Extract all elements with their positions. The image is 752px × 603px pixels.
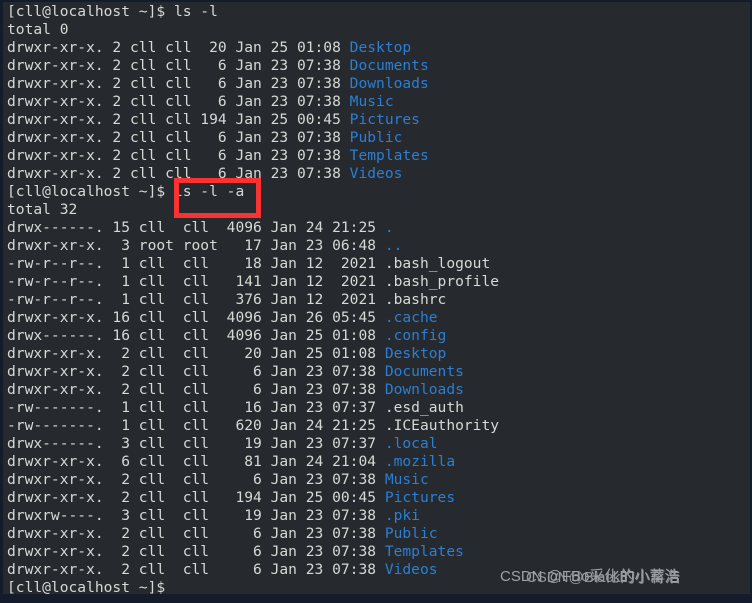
terminal-output-line: total 0	[7, 21, 750, 39]
file-name: Videos	[349, 165, 403, 182]
file-name: Downloads	[349, 75, 429, 92]
file-name: Desktop	[349, 39, 412, 56]
file-metadata: drwxr-xr-x. 2 cll cll 6 Jan 23 07:38	[7, 561, 385, 578]
file-metadata: drwxr-xr-x. 2 cll cll 6 Jan 23 07:38	[7, 525, 385, 542]
file-listing-row: drwxr-xr-x. 2 cll cll 6 Jan 23 07:38 Pub…	[7, 129, 750, 147]
file-listing-row: drwxr-xr-x. 2 cll cll 6 Jan 23 07:38 Dow…	[7, 75, 750, 93]
shell-prompt: [cll@localhost ~]$	[7, 183, 174, 200]
file-metadata: drwxr-xr-x. 2 cll cll 20 Jan 25 01:08	[7, 39, 350, 56]
file-listing-row: -rw-------. 1 cll cll 16 Jan 23 07:37 .e…	[7, 399, 750, 417]
file-listing-row: drwx------. 3 cll cll 19 Jan 23 07:37 .l…	[7, 435, 750, 453]
terminal-screen[interactable]: [cll@localhost ~]$ ls -l total 0 drwxr-xr-…	[3, 2, 750, 594]
file-metadata: drwxr-xr-x. 2 cll cll 6 Jan 23 07:38	[7, 381, 385, 398]
file-metadata: drwxr-xr-x. 2 cll cll 6 Jan 23 07:38	[7, 363, 385, 380]
file-listing-row: drwxrw----. 3 cll cll 19 Jan 23 07:38 .p…	[7, 507, 750, 525]
file-listing-row: drwxr-xr-x. 2 cll cll 6 Jan 23 07:38 Tem…	[7, 147, 750, 165]
file-metadata: -rw-------. 1 cll cll 620 Jan 24 21:25	[7, 417, 385, 434]
shell-prompt: [cll@localhost ~]$	[7, 3, 174, 20]
file-name: Pictures	[349, 111, 420, 128]
file-metadata: drwxr-xr-x. 2 cll cll 6 Jan 23 07:38	[7, 57, 350, 74]
file-listing-row: drwxr-xr-x. 2 cll cll 20 Jan 25 01:08 De…	[7, 345, 750, 363]
file-listing-row: drwxr-xr-x. 2 cll cll 6 Jan 23 07:38 Doc…	[7, 57, 750, 75]
file-listing-row: -rw-------. 1 cll cll 620 Jan 24 21:25 .…	[7, 417, 750, 435]
file-listing-row: drwxr-xr-x. 2 cll cll 6 Jan 23 07:38 Vid…	[7, 561, 750, 579]
file-listing-row: -rw-r--r--. 1 cll cll 18 Jan 12 2021 .ba…	[7, 255, 750, 273]
terminal-window[interactable]: [cll@localhost ~]$ ls -l total 0 drwxr-xr-…	[0, 0, 752, 603]
file-listing-row: drwxr-xr-x. 2 cll cll 6 Jan 23 07:38 Mus…	[7, 93, 750, 111]
file-metadata: drwxr-xr-x. 2 cll cll 6 Jan 23 07:38	[7, 165, 350, 182]
total-blocks-text: total 32	[7, 201, 78, 218]
terminal-prompt-line: [cll@localhost ~]$ ls -l	[7, 3, 750, 21]
file-metadata: drwxr-xr-x. 2 cll cll 6 Jan 23 07:38	[7, 75, 350, 92]
file-name: Public	[384, 525, 438, 542]
file-name: Public	[349, 129, 403, 146]
file-listing-row: drwxr-xr-x. 2 cll cll 6 Jan 23 07:38 Pub…	[7, 525, 750, 543]
file-metadata: drwxrw----. 3 cll cll 19 Jan 23 07:38	[7, 507, 385, 524]
file-name: .bash_profile	[384, 273, 500, 290]
file-metadata: drwxr-xr-x. 2 cll cll 6 Jan 23 07:38	[7, 93, 350, 110]
file-listing-row: -rw-r--r--. 1 cll cll 141 Jan 12 2021 .b…	[7, 273, 750, 291]
file-metadata: drwx------. 15 cll cll 4096 Jan 24 21:25	[7, 219, 385, 236]
file-listing-row: drwxr-xr-x. 2 cll cll 20 Jan 25 01:08 De…	[7, 39, 750, 57]
file-metadata: drwxr-xr-x. 3 root root 17 Jan 23 06:48	[7, 237, 385, 254]
file-metadata: drwxr-xr-x. 2 cll cll 6 Jan 23 07:38	[7, 147, 350, 164]
typed-command[interactable]: ls -l -a	[174, 183, 244, 200]
file-metadata: -rw-------. 1 cll cll 16 Jan 23 07:37	[7, 399, 385, 416]
file-listing-row: drwxr-xr-x. 2 cll cll 6 Jan 23 07:38 Dow…	[7, 381, 750, 399]
file-metadata: drwxr-xr-x. 2 cll cll 6 Jan 23 07:38	[7, 543, 385, 560]
file-listing-row: drwxr-xr-x. 2 cll cll 6 Jan 23 07:38 Tem…	[7, 543, 750, 561]
terminal-output-line: total 32	[7, 201, 750, 219]
file-name: .local	[384, 435, 438, 452]
file-listing-row: drwx------. 16 cll cll 4096 Jan 25 01:08…	[7, 327, 750, 345]
file-metadata: drwxr-xr-x. 2 cll cll 194 Jan 25 00:45	[7, 111, 350, 128]
file-metadata: drwxr-xr-x. 2 cll cll 20 Jan 25 01:08	[7, 345, 385, 362]
file-name: Desktop	[384, 345, 447, 362]
file-name: .esd_auth	[384, 399, 464, 416]
file-name: .pki	[384, 507, 420, 524]
file-name: .cache	[384, 309, 438, 326]
file-name: Downloads	[384, 381, 464, 398]
total-blocks-text: total 0	[7, 21, 69, 38]
file-name: Templates	[349, 147, 429, 164]
file-listing-row: drwx------. 15 cll cll 4096 Jan 24 21:25…	[7, 219, 750, 237]
file-name: Documents	[384, 363, 464, 380]
file-metadata: -rw-r--r--. 1 cll cll 18 Jan 12 2021	[7, 255, 385, 272]
file-name: ..	[384, 237, 403, 254]
file-metadata: drwxr-xr-x. 6 cll cll 81 Jan 24 21:04	[7, 453, 385, 470]
file-metadata: drwxr-xr-x. 16 cll cll 4096 Jan 26 05:45	[7, 309, 385, 326]
file-name: Music	[349, 93, 394, 110]
file-name: Documents	[349, 57, 429, 74]
file-name: .ICEauthority	[384, 417, 500, 434]
file-metadata: -rw-r--r--. 1 cll cll 141 Jan 12 2021	[7, 273, 385, 290]
file-listing-row: drwxr-xr-x. 2 cll cll 6 Jan 23 07:38 Doc…	[7, 363, 750, 381]
shell-prompt: [cll@localhost ~]$	[7, 579, 174, 596]
file-metadata: drwxr-xr-x. 2 cll cll 6 Jan 23 07:38	[7, 471, 385, 488]
file-listing-row: -rw-r--r--. 1 cll cll 376 Jan 12 2021 .b…	[7, 291, 750, 309]
terminal-prompt-line: [cll@localhost ~]$ ls -l -a	[7, 183, 750, 201]
file-name: Templates	[384, 543, 464, 560]
terminal-prompt-line: [cll@localhost ~]$	[7, 579, 750, 596]
file-name: Videos	[384, 561, 438, 578]
file-metadata: drwxr-xr-x. 2 cll cll 6 Jan 23 07:38	[7, 129, 350, 146]
file-name: .bashrc	[384, 291, 447, 308]
file-name: .	[384, 219, 394, 236]
file-listing-row: drwxr-xr-x. 2 cll cll 194 Jan 25 00:45 P…	[7, 111, 750, 129]
file-listing-row: drwxr-xr-x. 16 cll cll 4096 Jan 26 05:45…	[7, 309, 750, 327]
file-listing-row: drwxr-xr-x. 3 root root 17 Jan 23 06:48 …	[7, 237, 750, 255]
file-metadata: drwx------. 3 cll cll 19 Jan 23 07:37	[7, 435, 385, 452]
file-name: Music	[384, 471, 429, 488]
file-name: .mozilla	[384, 453, 456, 470]
typed-command[interactable]: ls -l	[174, 3, 218, 20]
file-listing-row: drwxr-xr-x. 6 cll cll 81 Jan 24 21:04 .m…	[7, 453, 750, 471]
file-metadata: drwx------. 16 cll cll 4096 Jan 25 01:08	[7, 327, 385, 344]
file-listing-row: drwxr-xr-x. 2 cll cll 194 Jan 25 00:45 P…	[7, 489, 750, 507]
file-metadata: -rw-r--r--. 1 cll cll 376 Jan 12 2021	[7, 291, 385, 308]
file-listing-row: drwxr-xr-x. 2 cll cll 6 Jan 23 07:38 Mus…	[7, 471, 750, 489]
file-name: .bash_logout	[384, 255, 491, 272]
file-listing-row: drwxr-xr-x. 2 cll cll 6 Jan 23 07:38 Vid…	[7, 165, 750, 183]
file-name: .config	[384, 327, 447, 344]
file-metadata: drwxr-xr-x. 2 cll cll 194 Jan 25 00:45	[7, 489, 385, 506]
file-name: Pictures	[384, 489, 456, 506]
